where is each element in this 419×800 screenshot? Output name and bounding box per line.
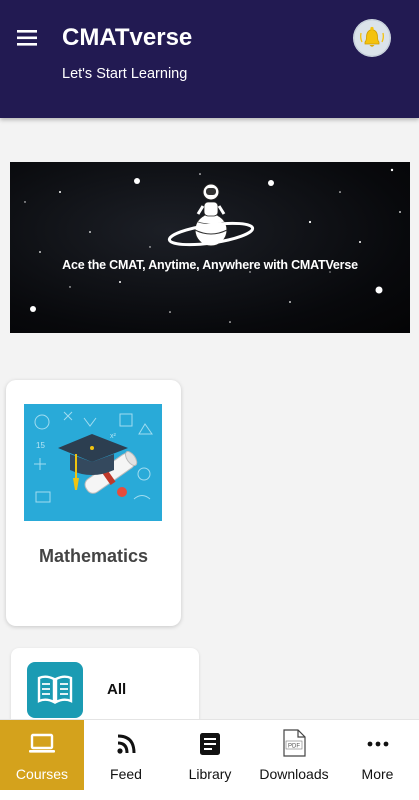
course-card-mathematics[interactable]: 15 x² Mathematics bbox=[6, 380, 181, 626]
category-icon-tile bbox=[27, 662, 83, 718]
library-book-icon bbox=[200, 733, 220, 755]
nav-label: Downloads bbox=[259, 766, 329, 782]
astronaut-icon bbox=[167, 183, 255, 247]
nav-tab-feed[interactable]: Feed bbox=[84, 720, 168, 790]
nav-label: More bbox=[361, 766, 394, 782]
app-header: CMATverse Let's Start Learning bbox=[0, 0, 419, 118]
svg-text:x²: x² bbox=[110, 433, 117, 440]
svg-text:PDF: PDF bbox=[288, 744, 300, 750]
open-book-icon bbox=[37, 675, 73, 704]
starfield-illustration bbox=[24, 168, 401, 323]
app-subtitle: Let's Start Learning bbox=[62, 66, 188, 82]
category-card-all[interactable]: All bbox=[11, 648, 199, 728]
promo-banner[interactable]: Ace the CMAT, Anytime, Anywhere with CMA… bbox=[10, 162, 410, 333]
svg-text:15: 15 bbox=[36, 441, 45, 450]
nav-tab-courses[interactable]: Courses bbox=[0, 720, 84, 790]
more-dots-icon bbox=[367, 741, 388, 747]
notification-bell-button[interactable] bbox=[353, 19, 391, 57]
app-screen: CMATverse Let's Start Learning Ace the C… bbox=[0, 0, 419, 800]
nav-label: Courses bbox=[15, 766, 69, 782]
bell-icon bbox=[353, 19, 391, 57]
banner-headline: Ace the CMAT, Anytime, Anywhere with CMA… bbox=[62, 258, 358, 272]
nav-label: Library bbox=[188, 766, 232, 782]
graduation-cap-icon: 15 x² bbox=[24, 404, 162, 521]
pdf-file-icon: PDF bbox=[283, 729, 306, 757]
app-title: CMATverse bbox=[62, 24, 193, 51]
hamburger-menu-icon[interactable] bbox=[14, 26, 42, 50]
bottom-navigation: Courses Feed Library PDF Downloads More bbox=[0, 719, 419, 800]
nav-tab-more[interactable]: More bbox=[336, 720, 419, 790]
laptop-icon bbox=[29, 733, 55, 753]
nav-tab-library[interactable]: Library bbox=[168, 720, 252, 790]
course-thumbnail: 15 x² bbox=[24, 404, 162, 521]
nav-label: Feed bbox=[110, 766, 142, 782]
rss-feed-icon bbox=[117, 734, 136, 754]
category-label: All bbox=[107, 681, 127, 698]
nav-tab-downloads[interactable]: PDF Downloads bbox=[252, 720, 336, 790]
course-name: Mathematics bbox=[38, 546, 149, 566]
